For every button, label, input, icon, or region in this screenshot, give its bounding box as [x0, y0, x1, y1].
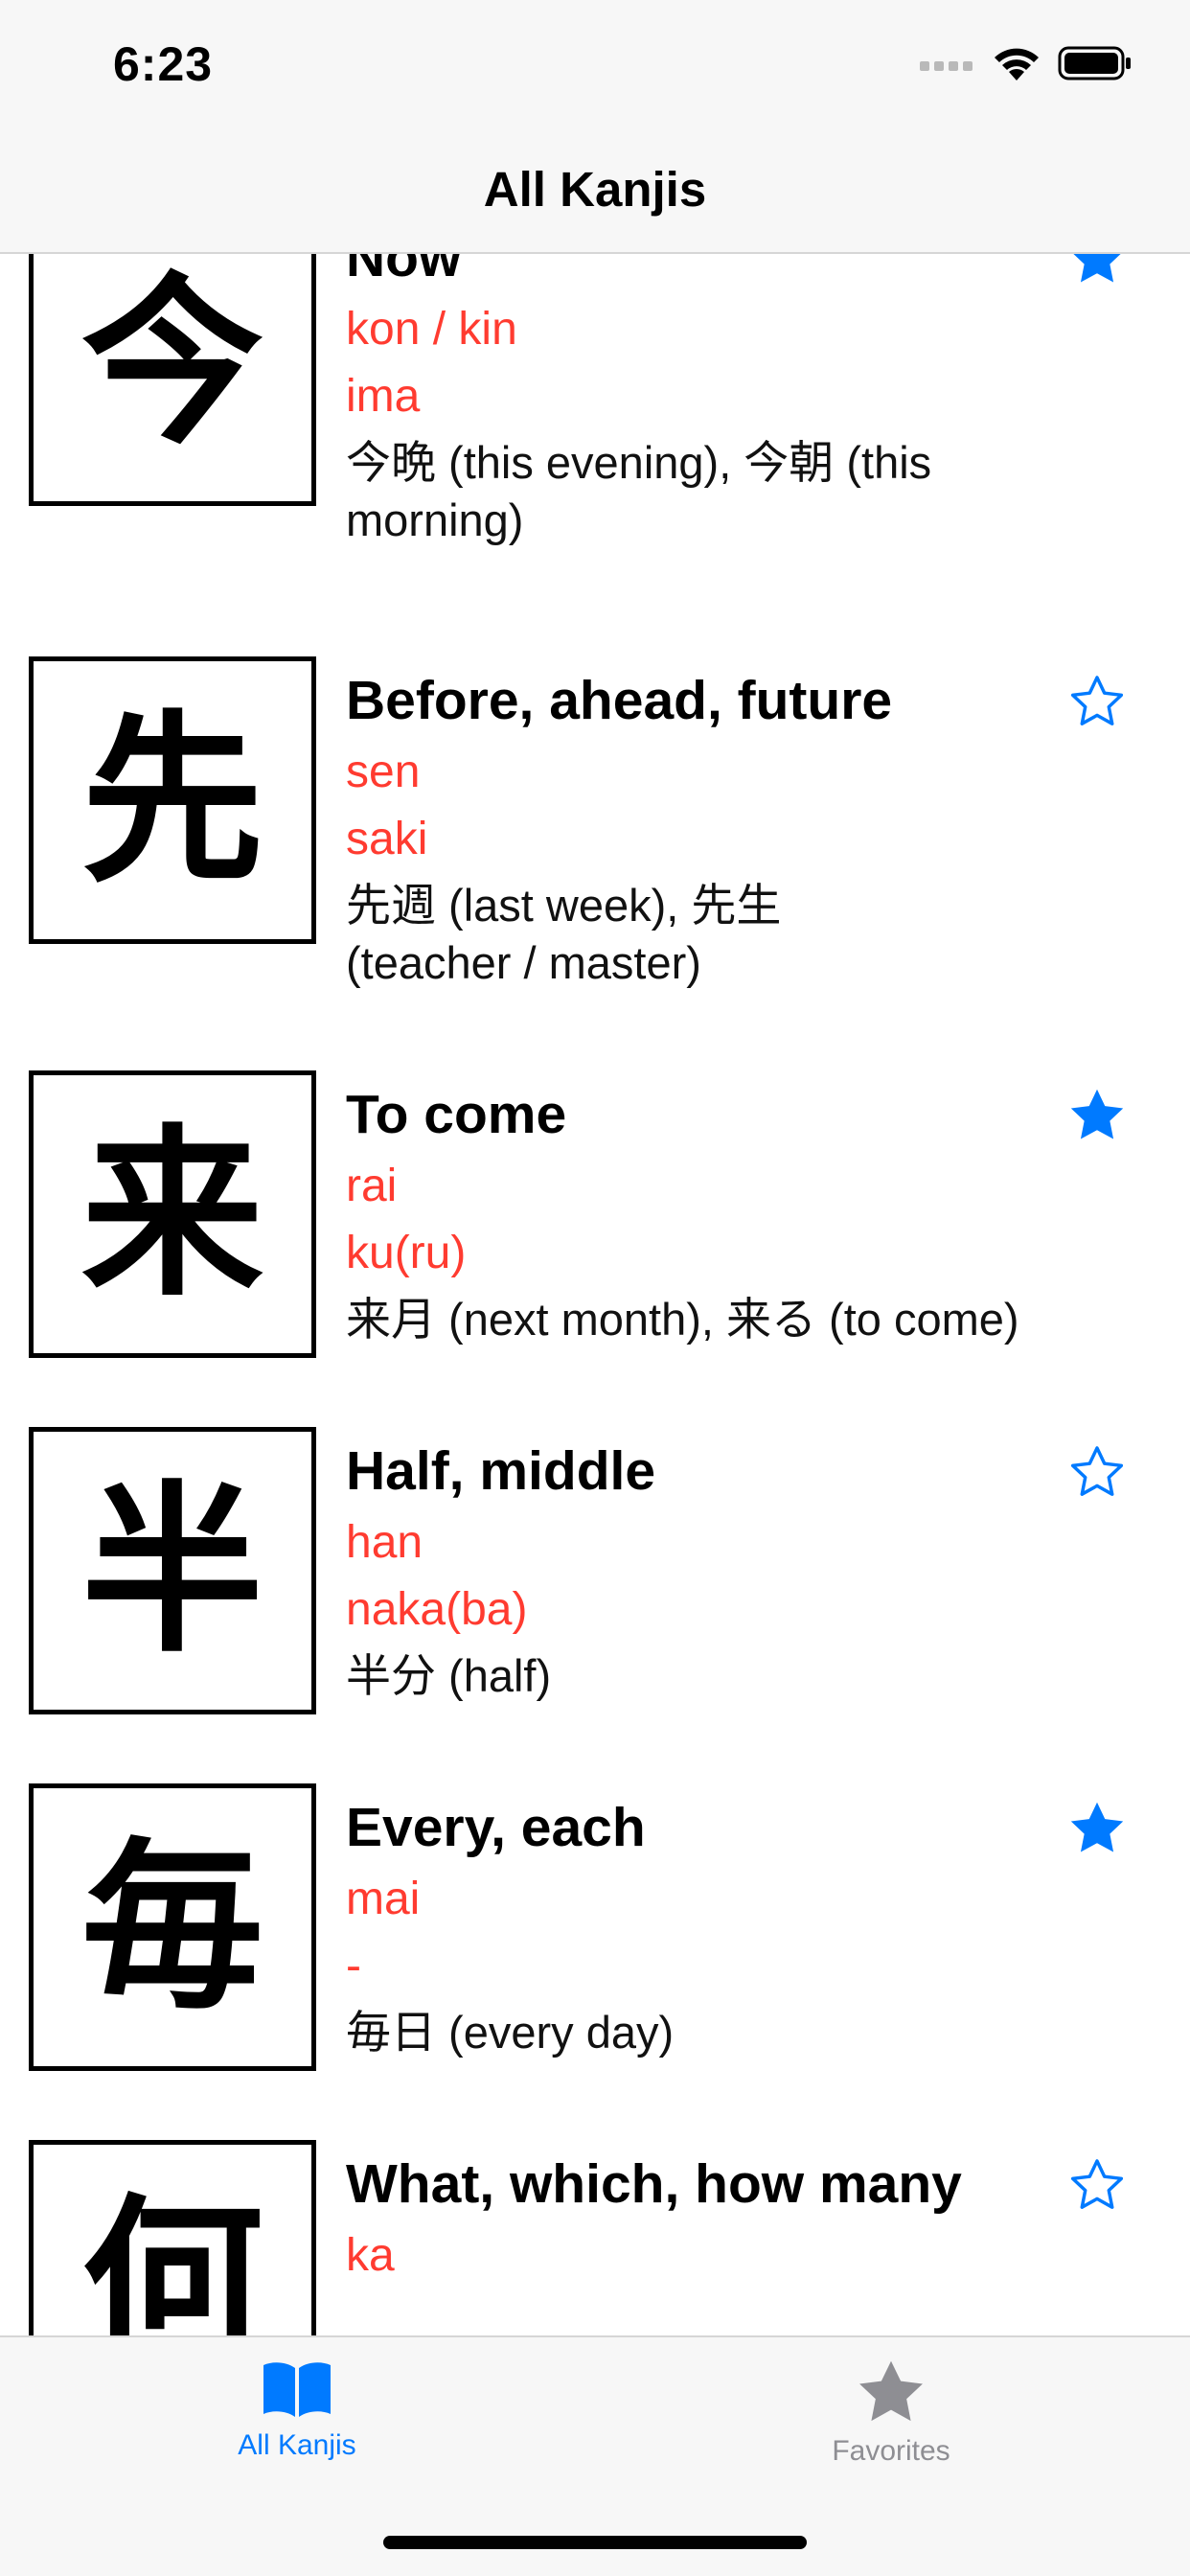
- list-item[interactable]: 来 To come rai ku(ru) 来月 (next month), 来る…: [0, 1046, 1190, 1403]
- kanji-meaning: Now: [346, 254, 462, 288]
- tab-label: Favorites: [832, 2435, 950, 2467]
- kanji-image: 今: [29, 254, 316, 506]
- book-icon: [263, 2362, 331, 2417]
- status-time: 6:23: [113, 37, 214, 91]
- kanji-onyomi: sen: [346, 747, 421, 797]
- favorite-star-outline-icon[interactable]: [1066, 2154, 1128, 2216]
- kanji-image: 何: [29, 2140, 316, 2335]
- kanji-onyomi: kon / kin: [346, 304, 517, 355]
- kanji-character: 半: [80, 1463, 263, 1677]
- kanji-onyomi: rai: [346, 1161, 398, 1211]
- kanji-meaning: Half, middle: [346, 1440, 656, 1502]
- kanji-onyomi: han: [346, 1517, 423, 1568]
- kanji-image: 来: [29, 1070, 316, 1358]
- kanji-meaning: What, which, how many: [346, 2153, 962, 2215]
- status-icons: [920, 44, 1133, 82]
- tab-label: All Kanjis: [238, 2429, 356, 2461]
- top-bar: 6:23 All Kanjis: [0, 0, 1190, 254]
- favorite-star-outline-icon[interactable]: [1066, 1441, 1128, 1503]
- wifi-icon: [995, 48, 1039, 80]
- kanji-kunyomi: -: [346, 1941, 361, 1991]
- kanji-character: 今: [80, 255, 263, 469]
- kanji-examples: 今晩 (this evening), 今朝 (this morning): [346, 437, 932, 545]
- kanji-examples: 半分 (half): [346, 1650, 552, 1701]
- favorite-star-filled-icon[interactable]: [1066, 1085, 1128, 1146]
- list-item[interactable]: 何 What, which, how many ka: [0, 2116, 1190, 2335]
- kanji-character: 何: [80, 2176, 263, 2336]
- list-item[interactable]: 先 Before, ahead, future sen saki 先週 (las…: [0, 632, 1190, 1046]
- kanji-image: 半: [29, 1427, 316, 1714]
- list-item[interactable]: 半 Half, middle han naka(ba) 半分 (half): [0, 1403, 1190, 1760]
- tab-favorites[interactable]: Favorites: [738, 2358, 1044, 2468]
- kanji-kunyomi: saki: [346, 814, 428, 864]
- kanji-character: 来: [80, 1107, 263, 1321]
- kanji-examples: 毎日 (every day): [346, 2007, 675, 2058]
- cellular-signal-icon: [920, 61, 973, 71]
- favorite-star-filled-icon[interactable]: [1066, 254, 1128, 289]
- tab-all-kanjis[interactable]: All Kanjis: [144, 2358, 450, 2462]
- kanji-character: 先: [80, 693, 263, 907]
- star-icon: [859, 2360, 923, 2422]
- kanji-kunyomi: ku(ru): [346, 1228, 467, 1278]
- kanji-kunyomi: ima: [346, 371, 421, 422]
- favorite-star-outline-icon[interactable]: [1066, 671, 1128, 732]
- list-item[interactable]: 今 Now kon / kin ima 今晩 (this evening), 今…: [0, 254, 1190, 632]
- kanji-character: 毎: [80, 1820, 263, 2034]
- home-indicator: [383, 2536, 807, 2549]
- kanji-kunyomi: naka(ba): [346, 1584, 528, 1635]
- kanji-image: 先: [29, 656, 316, 944]
- kanji-onyomi: mai: [346, 1874, 421, 1924]
- kanji-list[interactable]: 今 Now kon / kin ima 今晩 (this evening), 今…: [0, 254, 1190, 2335]
- list-item[interactable]: 毎 Every, each mai - 毎日 (every day): [0, 1760, 1190, 2116]
- kanji-meaning: Every, each: [346, 1797, 646, 1858]
- kanji-examples: 先週 (last week), 先生 (teacher / master): [346, 880, 782, 988]
- page-title: All Kanjis: [483, 162, 707, 217]
- favorite-star-filled-icon[interactable]: [1066, 1798, 1128, 1859]
- battery-icon: [1058, 46, 1131, 80]
- kanji-image: 毎: [29, 1783, 316, 2071]
- kanji-meaning: Before, ahead, future: [346, 670, 893, 731]
- kanji-meaning: To come: [346, 1084, 567, 1145]
- kanji-examples: 来月 (next month), 来る (to come): [346, 1294, 1019, 1345]
- kanji-onyomi: ka: [346, 2230, 395, 2281]
